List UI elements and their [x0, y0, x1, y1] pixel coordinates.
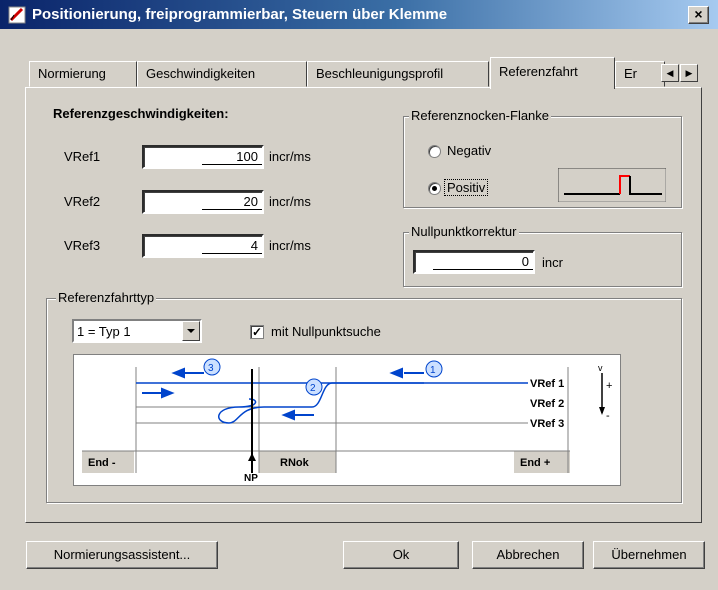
end-plus-label: End + — [520, 457, 550, 469]
vref2-input[interactable]: 20 — [142, 190, 264, 214]
apply-label: Übernehmen — [611, 547, 687, 562]
end-minus-label: End - — [88, 457, 116, 469]
tab-normierung[interactable]: Normierung — [29, 61, 137, 87]
minus-label: - — [606, 410, 610, 422]
chevron-down-icon — [187, 329, 195, 333]
title-bar: Positionierung, freiprogrammierbar, Steu… — [0, 0, 718, 29]
ok-button[interactable]: Ok — [343, 541, 459, 569]
tab-beschleunigungsprofil[interactable]: Beschleunigungsprofil — [307, 61, 489, 87]
tab-label: Beschleunigungsprofil — [316, 66, 444, 81]
np-label: NP — [244, 473, 258, 484]
cam-label: RNok — [280, 457, 310, 469]
marker-2: 2 — [310, 383, 316, 394]
dropdown-button[interactable] — [182, 321, 200, 341]
tab-scroll-right-button[interactable]: ▶ — [680, 64, 698, 82]
vref1-diagram-label: VRef 1 — [530, 378, 564, 390]
cam-edge-legend: Referenznocken-Flanke — [409, 108, 552, 123]
arrow-left-icon: ◀ — [666, 68, 674, 78]
vref1-input[interactable]: 100 — [142, 145, 264, 169]
radio-positiv-label[interactable]: Positiv — [444, 179, 489, 196]
ok-label: Ok — [392, 547, 410, 562]
vref3-input[interactable]: 4 — [142, 234, 264, 258]
tab-label: Referenzfahrt — [499, 64, 578, 79]
zero-correction-unit: incr — [542, 255, 563, 270]
marker-1: 1 — [430, 365, 436, 376]
marker-3: 3 — [208, 363, 214, 374]
tab-scroll-left-button[interactable]: ◀ — [661, 64, 679, 82]
radio-positiv[interactable] — [428, 182, 441, 195]
nullpunktsuche-checkbox[interactable]: ✓ — [250, 325, 264, 339]
tab-label: Er — [624, 66, 637, 81]
cancel-label: Abbrechen — [496, 547, 560, 562]
cancel-button[interactable]: Abbrechen — [472, 541, 584, 569]
v-label: v — [598, 363, 603, 373]
zero-correction-legend: Nullpunktkorrektur — [409, 224, 519, 239]
vref3-unit: incr/ms — [269, 238, 311, 253]
radio-negativ-label[interactable]: Negativ — [447, 143, 491, 158]
tab-er[interactable]: Er — [615, 61, 665, 87]
tab-referenzfahrt[interactable]: Referenzfahrt — [490, 57, 615, 89]
zero-correction-input[interactable]: 0 — [413, 250, 535, 274]
vref1-value: 100 — [202, 150, 262, 165]
ref-speeds-heading: Referenzgeschwindigkeiten: — [53, 106, 229, 121]
vref2-value: 20 — [202, 195, 262, 210]
vref1-label: VRef1 — [64, 149, 101, 164]
vref2-diagram-label: VRef 2 — [530, 398, 564, 410]
tab-label: Normierung — [38, 66, 106, 81]
vref2-unit: incr/ms — [269, 194, 311, 209]
ref-type-legend: Referenzfahrttyp — [56, 290, 157, 305]
tab-panel-referenzfahrt: Referenzgeschwindigkeiten: VRef1 100 inc… — [25, 87, 702, 523]
normierungsassistent-label: Normierungsassistent... — [53, 547, 191, 562]
ref-type-selected: 1 = Typ 1 — [77, 324, 131, 339]
normierungsassistent-button[interactable]: Normierungsassistent... — [26, 541, 218, 569]
vref3-diagram-label: VRef 3 — [530, 418, 564, 430]
zero-correction-value: 0 — [433, 255, 533, 270]
apply-button[interactable]: Übernehmen — [593, 541, 705, 569]
tab-label: Geschwindigkeiten — [146, 66, 256, 81]
vref3-label: VRef3 — [64, 238, 101, 253]
app-icon — [8, 6, 26, 24]
window-title: Positionierung, freiprogrammierbar, Steu… — [32, 6, 448, 23]
plus-label: + — [606, 380, 612, 392]
close-button[interactable]: × — [688, 6, 709, 24]
vref2-label: VRef2 — [64, 194, 101, 209]
tab-geschwindigkeiten[interactable]: Geschwindigkeiten — [137, 61, 307, 87]
edge-indicator-image — [558, 168, 666, 202]
radio-negativ[interactable] — [428, 145, 441, 158]
arrow-right-icon: ▶ — [685, 68, 693, 78]
ref-travel-diagram: 1 2 3 VRef 1 VRef 2 VRef 3 End - End + R… — [73, 354, 621, 486]
vref1-unit: incr/ms — [269, 149, 311, 164]
nullpunktsuche-label[interactable]: mit Nullpunktsuche — [271, 324, 381, 339]
vref3-value: 4 — [202, 239, 262, 254]
close-icon: × — [694, 6, 703, 22]
ref-type-dropdown[interactable]: 1 = Typ 1 — [72, 319, 202, 343]
